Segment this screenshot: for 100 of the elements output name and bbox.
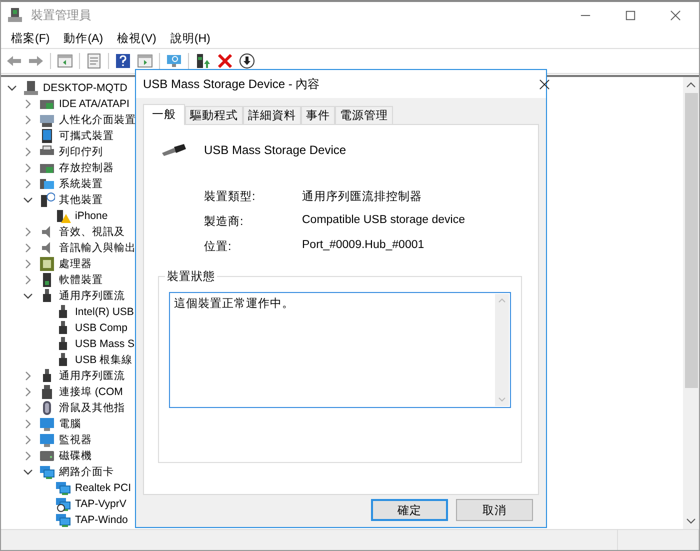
menu-item[interactable]: 動作(A): [64, 30, 104, 46]
download-icon[interactable]: [239, 53, 255, 69]
tab[interactable]: 一般: [143, 104, 185, 125]
tree-item[interactable]: 通用序列匯流: [59, 369, 125, 383]
tree-item[interactable]: 網路介面卡: [59, 465, 114, 479]
property-label: 製造商:: [204, 214, 244, 229]
tree-item[interactable]: 磁碟機: [59, 449, 92, 463]
status-field[interactable]: 這個裝置正常運作中。: [169, 292, 511, 408]
collapse-chevron-icon[interactable]: [23, 291, 33, 301]
close-icon[interactable]: [670, 10, 681, 20]
expand-chevron-icon[interactable]: [23, 259, 33, 269]
properties-icon[interactable]: [86, 53, 102, 69]
help-icon[interactable]: [115, 53, 131, 69]
tree-item[interactable]: 列印佇列: [59, 145, 103, 159]
scrollbar[interactable]: [683, 77, 699, 529]
menu-item[interactable]: 檔案(F): [11, 30, 50, 46]
scrollbar[interactable]: [495, 294, 509, 406]
tree-item[interactable]: TAP-VyprV: [75, 498, 126, 510]
tree-item[interactable]: iPhone: [75, 210, 108, 222]
expand-chevron-icon[interactable]: [23, 419, 33, 429]
property-value: Port_#0009.Hub_#0001: [302, 239, 426, 253]
tree-item[interactable]: 軟體裝置: [59, 273, 103, 287]
tree-item[interactable]: 監視器: [59, 433, 92, 447]
scroll-up-icon[interactable]: [686, 81, 696, 89]
system-icon: [39, 176, 55, 192]
expand-chevron-icon[interactable]: [23, 115, 33, 125]
expand-chevron-icon[interactable]: [23, 387, 33, 397]
forward-arrow-icon[interactable]: [28, 53, 44, 69]
close-icon[interactable]: [539, 78, 550, 90]
tab[interactable]: 電源管理: [335, 106, 393, 124]
tree-item[interactable]: Realtek PCI: [75, 482, 132, 494]
property-value: Compatible USB storage device: [302, 214, 466, 228]
computer-icon: [23, 80, 39, 96]
tree-item[interactable]: DESKTOP-MQTD: [43, 82, 128, 94]
panel-icon[interactable]: [137, 53, 153, 69]
network-icon: [55, 480, 71, 496]
maximize-icon[interactable]: [625, 10, 636, 20]
network-icon: [39, 464, 55, 480]
network-icon: [55, 496, 71, 512]
collapse-chevron-icon[interactable]: [23, 195, 33, 205]
expand-chevron-icon[interactable]: [23, 435, 33, 445]
group-title: 裝置狀態: [165, 269, 217, 284]
tab[interactable]: 事件: [301, 106, 335, 124]
expand-chevron-icon[interactable]: [23, 371, 33, 381]
tree-item[interactable]: 音效、視訊及: [59, 225, 125, 239]
collapse-chevron-icon[interactable]: [23, 467, 33, 477]
ok-button[interactable]: 確定: [371, 499, 448, 521]
collapse-chevron-icon[interactable]: [7, 83, 17, 93]
expand-chevron-icon[interactable]: [23, 227, 33, 237]
tree-item[interactable]: 人性化介面裝置: [59, 113, 136, 127]
tree-item[interactable]: IDE ATA/ATAPI: [59, 98, 130, 110]
tree-item[interactable]: TAP-Windo: [75, 514, 128, 526]
tab[interactable]: 驅動程式: [185, 106, 243, 124]
expand-chevron-icon[interactable]: [23, 179, 33, 189]
back-arrow-icon[interactable]: [6, 53, 22, 69]
port-icon: [39, 384, 55, 400]
expand-chevron-icon[interactable]: [23, 451, 33, 461]
expand-chevron-icon[interactable]: [23, 403, 33, 413]
tree-pane-icon[interactable]: [57, 53, 73, 69]
tree-item[interactable]: 通用序列匯流: [59, 289, 125, 303]
tab[interactable]: 詳細資料: [243, 106, 301, 124]
menu-item[interactable]: 檢視(V): [117, 30, 156, 46]
tree-item[interactable]: 連接埠 (COM: [59, 385, 123, 399]
property-value: 通用序列匯流排控制器: [302, 189, 423, 204]
tree-item[interactable]: 處理器: [59, 257, 92, 271]
property-label: 位置:: [204, 240, 232, 254]
window-title: 裝置管理員: [31, 6, 91, 24]
scroll-down-icon[interactable]: [686, 517, 696, 525]
unknown-device-icon: [39, 192, 55, 208]
expand-chevron-icon[interactable]: [23, 275, 33, 285]
warning-device-icon: [55, 208, 71, 224]
tablet-icon: [39, 128, 55, 144]
tree-item[interactable]: 可攜式裝置: [59, 129, 114, 143]
tree-item[interactable]: USB Comp: [75, 322, 128, 334]
computer-icon: [7, 7, 23, 23]
delete-icon[interactable]: [217, 53, 233, 69]
monitor-scan-icon[interactable]: [166, 53, 182, 69]
network-icon: [55, 512, 71, 528]
monitor-icon: [39, 416, 55, 432]
expand-chevron-icon[interactable]: [23, 243, 33, 253]
tree-item[interactable]: USB 根集線: [75, 353, 133, 367]
expand-chevron-icon[interactable]: [23, 131, 33, 141]
tree-item[interactable]: Intel(R) USB: [75, 306, 134, 318]
driver-update-icon[interactable]: [195, 53, 211, 69]
expand-chevron-icon[interactable]: [23, 163, 33, 173]
tree-item[interactable]: 滑鼠及其他指: [59, 401, 125, 415]
property-label: 裝置類型:: [204, 190, 256, 204]
tree-item[interactable]: 系統裝置: [59, 177, 103, 191]
chip-icon: [39, 256, 55, 272]
tree-item[interactable]: 其他裝置: [59, 193, 103, 207]
menu-item[interactable]: 說明(H): [170, 30, 210, 46]
tree-item[interactable]: 音訊輸入與輸出: [59, 241, 136, 255]
cancel-button[interactable]: 取消: [456, 499, 533, 521]
expand-chevron-icon[interactable]: [23, 99, 33, 109]
tree-item[interactable]: USB Mass S: [75, 338, 135, 350]
tree-item[interactable]: 電腦: [59, 417, 81, 431]
tree-item[interactable]: 存放控制器: [59, 161, 114, 175]
expand-chevron-icon[interactable]: [23, 147, 33, 157]
device-name: USB Mass Storage Device: [204, 143, 346, 157]
dialog-title: USB Mass Storage Device - 內容: [143, 76, 320, 92]
